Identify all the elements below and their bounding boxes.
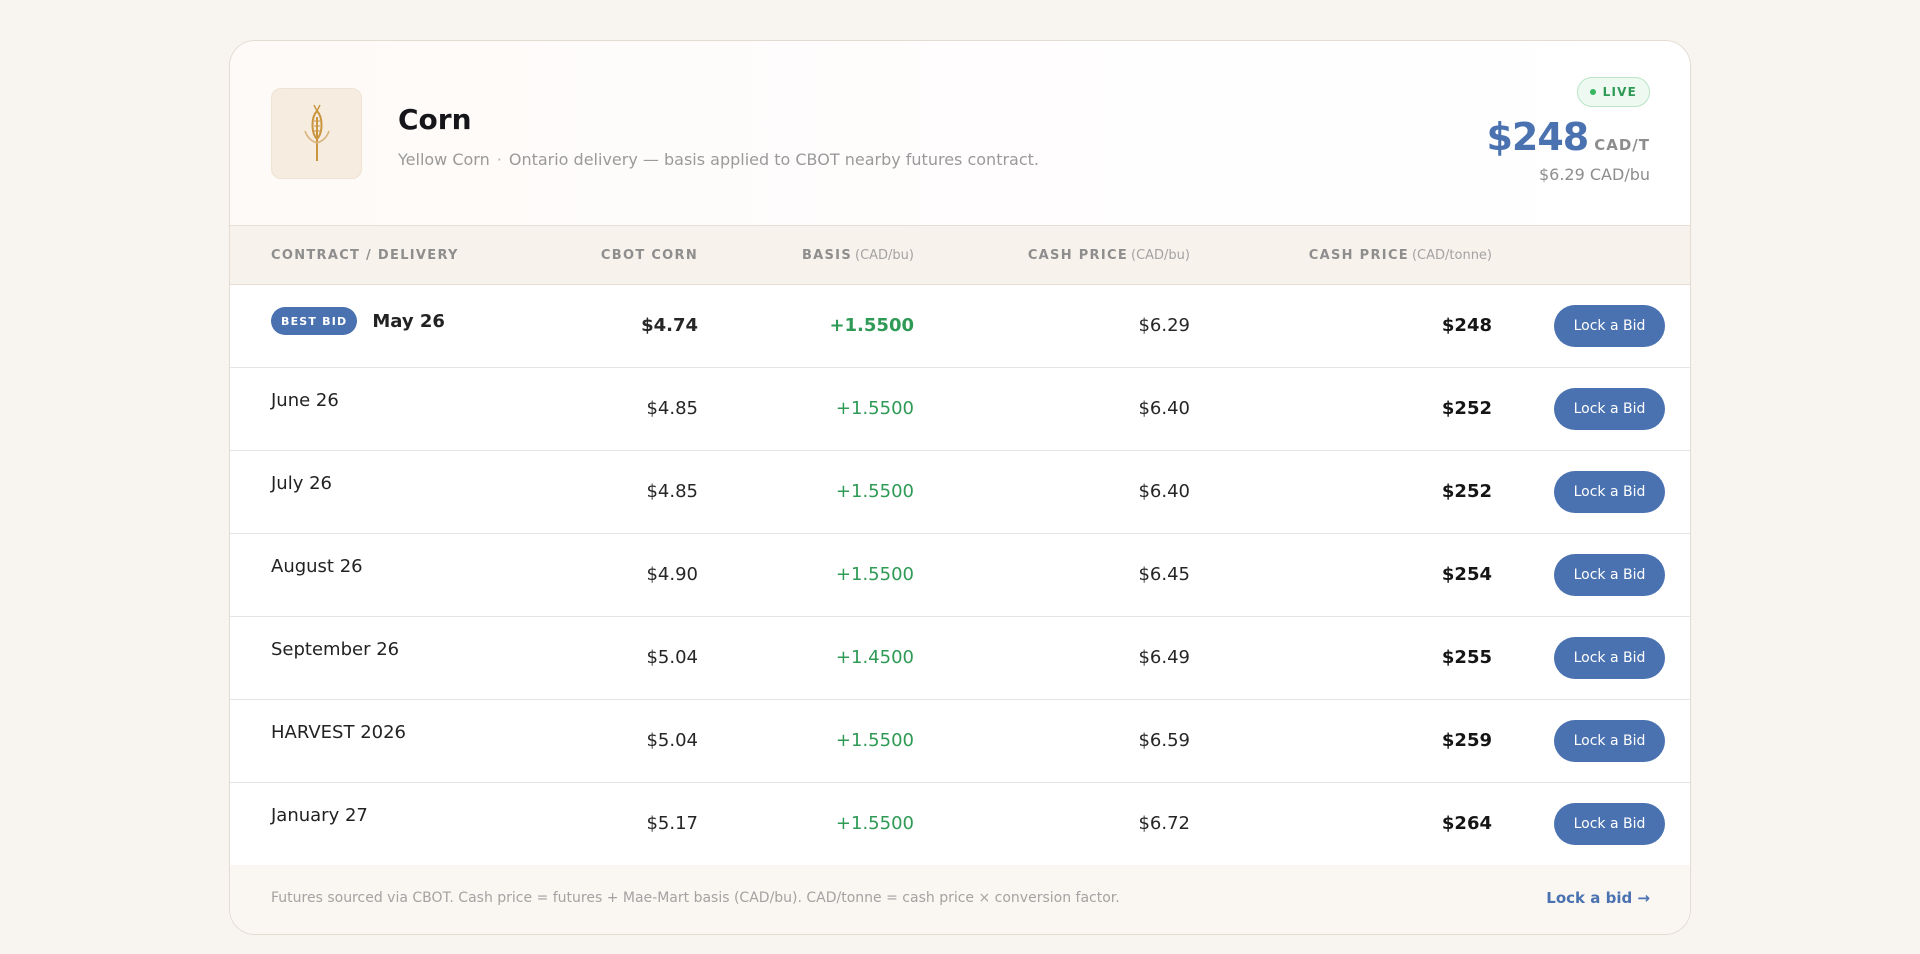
delivery-description: Ontario delivery — basis applied to CBOT… [508, 150, 1039, 169]
cash-price-tonne: $252 [1441, 398, 1492, 419]
cash-price-tonne: $255 [1441, 647, 1492, 668]
table-row: HARVEST 2026 $5.04 +1.5500 $6.59 $259 Lo… [230, 700, 1690, 783]
cbot-price: $5.04 [646, 730, 698, 751]
price-value: $248 [1486, 115, 1589, 159]
contract-cell: June 26 [271, 390, 339, 411]
cash-price-bushel: $6.29 [1138, 315, 1190, 336]
cash-price-bushel: $6.40 [1138, 481, 1190, 502]
commodity-logo [271, 88, 362, 179]
cash-price-tonne: $252 [1441, 481, 1492, 502]
cash-price-tonne: $254 [1441, 564, 1492, 585]
basis-value: +1.5500 [835, 730, 914, 751]
table-row: August 26 $4.90 +1.5500 $6.45 $254 Lock … [230, 534, 1690, 617]
price-per-bushel: $6.29 CAD/bu [1538, 165, 1650, 184]
basis-value: +1.5500 [829, 315, 914, 336]
column-header-cash-bushel: CASH PRICE (CAD/bu) [1027, 248, 1190, 263]
table-header: CONTRACT / DELIVERY CBOT CORN BASIS (CAD/… [230, 226, 1690, 285]
cbot-price: $4.74 [641, 315, 698, 336]
contract-name: HARVEST 2026 [271, 722, 407, 743]
live-dot-icon [1589, 89, 1596, 95]
contract-cell: HARVEST 2026 [271, 722, 406, 743]
commodity-description: Yellow Corn · Ontario delivery — basis app… [398, 150, 1039, 169]
live-label: LIVE [1602, 85, 1637, 99]
basis-value: +1.4500 [835, 647, 914, 668]
contract-name: July 26 [271, 473, 332, 494]
contract-name: August 26 [271, 556, 363, 577]
table-row: BEST BID May 26 $4.74 +1.5500 $6.29 $248… [230, 285, 1690, 368]
contract-cell: January 27 [271, 805, 368, 826]
page-title: Corn [398, 103, 472, 136]
corn-stalk-icon [303, 104, 330, 161]
bids-card: Corn Yellow Corn · Ontario delivery — basi… [229, 40, 1691, 935]
contract-cell: August 26 [271, 556, 363, 577]
column-header-cbot: CBOT CORN [600, 248, 698, 263]
column-header-basis: BASIS (CAD/bu) [801, 248, 914, 263]
lock-bid-button[interactable]: Lock a Bid [1554, 720, 1665, 762]
cash-price-bushel: $6.72 [1138, 813, 1190, 834]
table-row: June 26 $4.85 +1.5500 $6.40 $252 Lock a … [230, 368, 1690, 451]
table-row: January 27 $5.17 +1.5500 $6.72 $264 Lock… [230, 783, 1690, 866]
basis-value: +1.5500 [835, 564, 914, 585]
separator-dot: · [496, 150, 502, 169]
basis-value: +1.5500 [835, 481, 914, 502]
cash-price-bushel: $6.49 [1138, 647, 1190, 668]
basis-value: +1.5500 [835, 398, 914, 419]
lock-bid-button[interactable]: Lock a Bid [1554, 803, 1665, 845]
cbot-price: $4.85 [646, 481, 698, 502]
commodity-header: Corn Yellow Corn · Ontario delivery — basi… [230, 41, 1690, 226]
variety-label: Yellow Corn [398, 150, 490, 169]
live-status-badge: LIVE [1576, 77, 1650, 107]
contract-name: September 26 [271, 639, 400, 660]
cbot-price: $4.85 [646, 398, 698, 419]
price-unit: CAD/T [1594, 136, 1650, 154]
cash-price-tonne: $264 [1441, 813, 1492, 834]
cash-price-tonne: $259 [1441, 730, 1492, 751]
lock-bid-button[interactable]: Lock a Bid [1554, 305, 1665, 347]
table-row: September 26 $5.04 +1.4500 $6.49 $255 Lo… [230, 617, 1690, 700]
contract-cell: BEST BID May 26 [271, 307, 445, 335]
cbot-price: $4.90 [646, 564, 698, 585]
cash-price-bushel: $6.40 [1138, 398, 1190, 419]
headline-price: $248 CAD/T [1486, 115, 1650, 159]
column-header-contract: CONTRACT / DELIVERY [271, 248, 459, 263]
column-header-cash-tonne: CASH PRICE (CAD/tonne) [1308, 248, 1492, 263]
lock-bid-button[interactable]: Lock a Bid [1554, 637, 1665, 679]
table-row: July 26 $4.85 +1.5500 $6.40 $252 Lock a … [230, 451, 1690, 534]
contract-cell: September 26 [271, 639, 399, 660]
best-bid-badge: BEST BID [271, 307, 358, 335]
basis-value: +1.5500 [835, 813, 914, 834]
cash-price-bushel: $6.59 [1138, 730, 1190, 751]
contract-name: May 26 [372, 310, 445, 332]
lock-bid-button[interactable]: Lock a Bid [1554, 471, 1665, 513]
lock-bid-button[interactable]: Lock a Bid [1554, 388, 1665, 430]
cash-price-bushel: $6.45 [1138, 564, 1190, 585]
cbot-price: $5.17 [646, 813, 698, 834]
contract-name: June 26 [271, 390, 339, 411]
cbot-price: $5.04 [646, 647, 698, 668]
contract-cell: July 26 [271, 473, 332, 494]
lock-bid-link[interactable]: Lock a bid → [1546, 889, 1650, 907]
footer-note: Futures sourced via CBOT. Cash price = f… [271, 890, 1120, 906]
lock-bid-button[interactable]: Lock a Bid [1554, 554, 1665, 596]
card-footer: Futures sourced via CBOT. Cash price = f… [230, 865, 1690, 934]
cash-price-tonne: $248 [1441, 315, 1492, 336]
contract-name: January 27 [271, 805, 368, 826]
